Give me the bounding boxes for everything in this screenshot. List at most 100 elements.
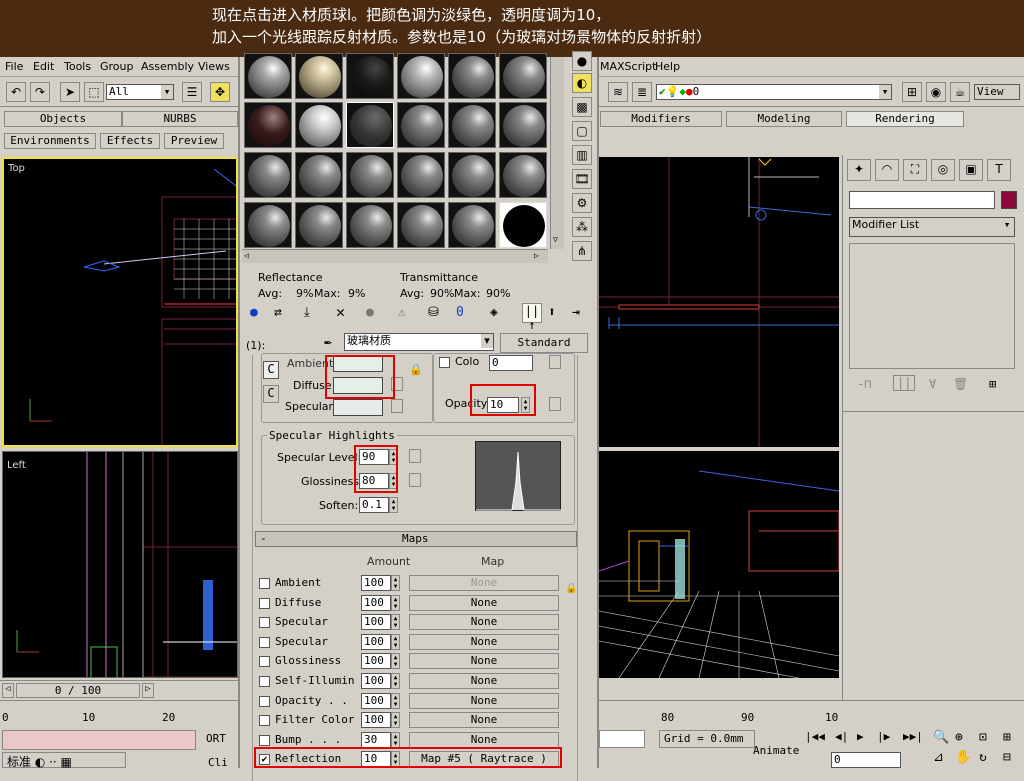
layer-dropdown[interactable]: ✔💡◆●0 ▾ [656, 84, 892, 100]
reset-map-icon[interactable]: ✕ [336, 303, 345, 321]
lock-icon[interactable]: 🔒 [409, 363, 423, 376]
tab-preview[interactable]: Preview [164, 133, 224, 149]
specular-color-swatch[interactable] [333, 399, 383, 416]
map-amount-field[interactable]: 100 [361, 633, 391, 650]
sample-slot[interactable] [397, 202, 445, 248]
map-slot-button[interactable]: None [409, 614, 559, 631]
map-amount-field[interactable]: 100 [361, 673, 391, 689]
map-amount-field[interactable]: 100 [361, 614, 391, 631]
next-key-icon[interactable]: |▶ [877, 730, 890, 743]
map-amount-spinner[interactable]: ▲ ▼ [391, 692, 400, 709]
current-frame-field[interactable]: 0 [831, 752, 901, 768]
maps-rollout-header[interactable]: - Maps [255, 531, 577, 547]
map-amount-field[interactable]: 100 [361, 712, 391, 729]
map-amount-spinner[interactable]: ▲ ▼ [391, 712, 400, 729]
render-type-dropdown[interactable]: View [974, 84, 1020, 100]
glossiness-map-button[interactable] [409, 473, 421, 487]
sample-slot[interactable] [346, 53, 394, 99]
display-tab-icon[interactable]: ▣ [959, 159, 983, 181]
viewport-front[interactable] [599, 157, 839, 447]
sample-slot[interactable] [346, 152, 394, 198]
menu-help[interactable]: Help [655, 60, 680, 73]
tab-effects[interactable]: Effects [100, 133, 160, 149]
object-color-swatch[interactable] [1001, 191, 1017, 209]
ime-status[interactable]: 标准 ◐ ·· ▦ [2, 752, 126, 769]
track-bar-right[interactable]: 80 90 10 [599, 700, 1024, 728]
move-icon[interactable]: ✥ [210, 82, 230, 102]
assign-to-selection-icon[interactable]: ⤓ [304, 305, 310, 320]
map-slot-button[interactable]: None [409, 633, 559, 650]
put-to-scene-icon[interactable]: ⇄ [274, 305, 282, 320]
region-select-icon[interactable]: ⬚ [84, 82, 104, 102]
animate-button[interactable]: Animate [753, 744, 799, 757]
show-map-in-viewport-icon[interactable]: ◈ [490, 305, 498, 320]
map-amount-spinner[interactable]: ▲ ▼ [391, 673, 400, 689]
track-bar-left[interactable]: 0 10 20 [0, 700, 238, 728]
go-to-start-icon[interactable]: |◀◀ [805, 730, 825, 743]
map-enable-checkbox[interactable] [259, 617, 270, 629]
menu-tools[interactable]: Tools [64, 60, 91, 73]
hierarchy-tab-icon[interactable]: ⛶ [903, 159, 927, 181]
schematic-icon[interactable]: ⊞ [902, 82, 922, 102]
specular-level-map-button[interactable] [409, 449, 421, 463]
undo-icon[interactable]: ↶ [6, 82, 26, 102]
sample-uv-tiling-icon[interactable]: ▢ [572, 121, 592, 141]
tab-nurbs[interactable]: NURBS [122, 111, 238, 127]
menu-maxscript[interactable]: MAXScript [600, 60, 656, 73]
map-amount-field[interactable]: 100 [361, 653, 391, 670]
sample-slot[interactable] [295, 53, 343, 99]
create-tab-icon[interactable]: ✦ [847, 159, 871, 181]
soften-spinner[interactable]: ▲ ▼ [389, 497, 398, 513]
map-slot-button[interactable]: None [409, 594, 559, 611]
get-material-icon[interactable]: ● [250, 305, 258, 320]
sample-slot[interactable] [397, 152, 445, 198]
material-name-field[interactable]: 玻璃材质 ▾ [344, 333, 494, 351]
tab-modifiers[interactable]: Modifiers [600, 111, 722, 127]
map-enable-checkbox[interactable] [259, 715, 270, 727]
sample-slot[interactable] [448, 152, 496, 198]
map-enable-checkbox[interactable] [259, 578, 270, 589]
map-amount-spinner[interactable]: ▲ ▼ [391, 653, 400, 670]
prev-frame-icon[interactable]: ◁ [2, 683, 14, 698]
viewport-top[interactable]: Top [2, 157, 238, 447]
material-type-button[interactable]: Standard [500, 333, 588, 353]
coord-field[interactable] [599, 730, 645, 748]
menu-edit[interactable]: Edit [33, 60, 54, 73]
map-enable-checkbox[interactable] [259, 695, 270, 707]
map-amount-field[interactable]: 30 [361, 731, 391, 748]
map-amount-field[interactable]: 100 [361, 594, 391, 611]
self-illum-field[interactable]: 0 [489, 355, 533, 371]
map-enable-checkbox[interactable] [259, 676, 270, 687]
map-slot-button[interactable]: None [409, 692, 559, 709]
play-icon[interactable]: ▶ [857, 730, 864, 743]
map-amount-spinner[interactable]: ▲ ▼ [391, 633, 400, 650]
show-end-result-icon[interactable]: || [893, 375, 916, 391]
pin-stack-icon[interactable]: -⊓ [857, 377, 871, 391]
map-enable-checkbox[interactable] [259, 734, 270, 746]
material-map-navigator-icon[interactable]: ⋔ [572, 241, 592, 261]
tab-objects[interactable]: Objects [4, 111, 122, 127]
zoom-extents-all-icon[interactable]: ⊞ [1003, 730, 1011, 745]
material-editor-icon[interactable]: ◉ [926, 82, 946, 102]
soften-field[interactable]: 0.1 [359, 497, 389, 513]
zoom-icon[interactable]: 🔍 [933, 730, 949, 745]
modify-tab-icon[interactable]: ◠ [875, 159, 899, 181]
sample-slot[interactable] [244, 202, 292, 248]
slots-horizontal-scrollbar[interactable]: ◁ ▷ [242, 249, 548, 263]
sample-slot[interactable] [346, 202, 394, 248]
zoom-all-icon[interactable]: ⊕ [955, 730, 963, 745]
map-amount-field[interactable]: 100 [361, 692, 391, 709]
next-frame-icon[interactable]: ▷ [142, 683, 154, 698]
sample-slot[interactable] [397, 53, 445, 99]
map-slot-button[interactable]: None [409, 712, 559, 729]
menu-file[interactable]: File [5, 60, 23, 73]
select-by-name-icon[interactable]: ☰ [182, 82, 202, 102]
make-unique-icon[interactable]: ⚠ [398, 305, 406, 320]
lock-diffuse-specular-icon[interactable]: C [263, 385, 279, 403]
remove-modifier-icon[interactable]: 🗑 [953, 377, 968, 391]
sample-slot[interactable] [397, 102, 445, 148]
map-enable-checkbox[interactable] [259, 656, 270, 668]
sample-slot[interactable] [448, 53, 496, 99]
sample-slot[interactable] [295, 102, 343, 148]
zoom-extents-icon[interactable]: ⊡ [979, 730, 987, 745]
